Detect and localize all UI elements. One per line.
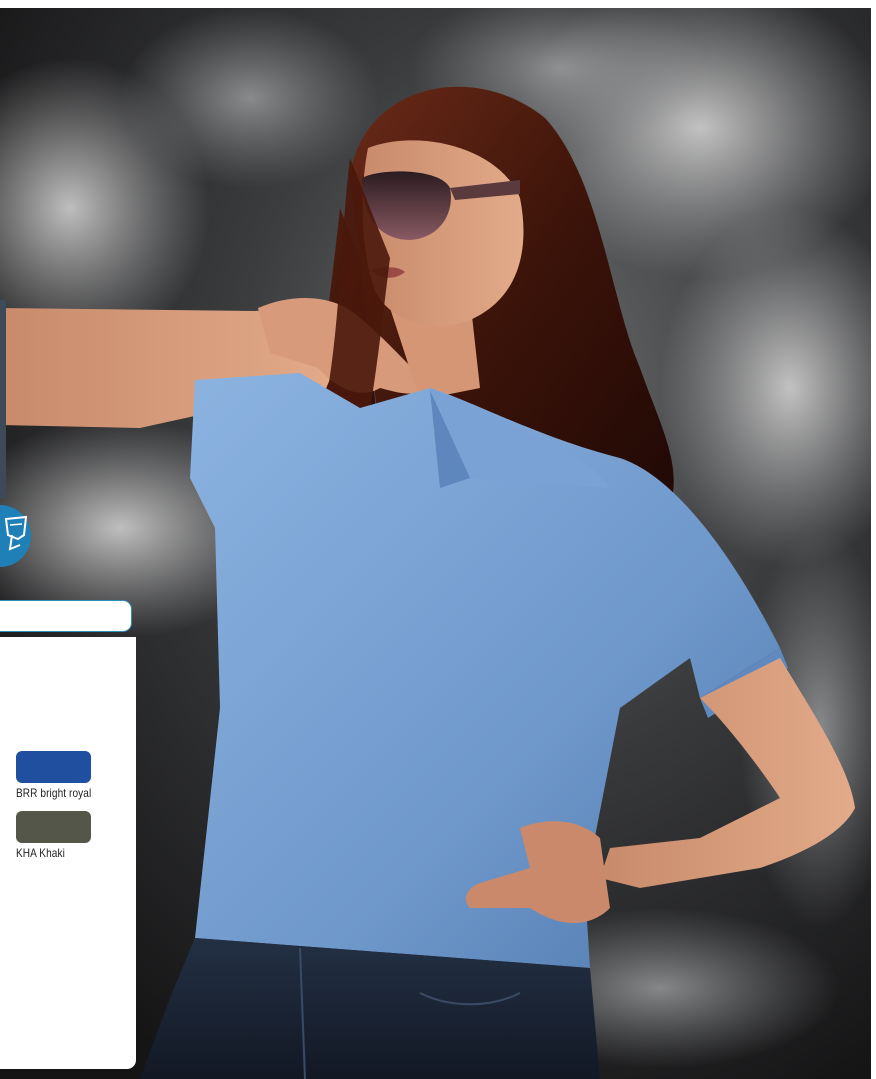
color-label-bright-royal: BRR bright royal: [16, 786, 92, 800]
color-label-khaki: KHA Khaki: [16, 846, 65, 860]
color-swatch-bright-royal[interactable]: [16, 751, 91, 783]
tshirt-icon: [0, 505, 38, 567]
left-strip: [0, 300, 6, 498]
color-panel: BRR bright royal KHA Khaki: [0, 637, 136, 1069]
color-swatch-khaki[interactable]: [16, 811, 91, 843]
panel-header: [0, 600, 132, 632]
